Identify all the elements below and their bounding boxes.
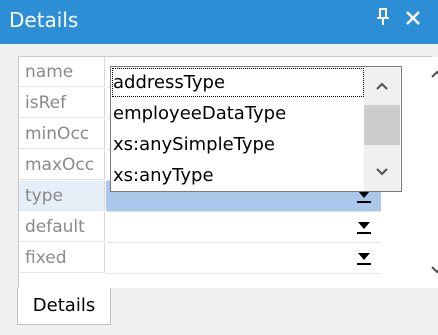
pin-icon[interactable] [372, 8, 394, 32]
type-dropdown-list[interactable]: addressType employeeDataType xs:anySimpl… [110, 66, 402, 192]
dropdown-option[interactable]: xs:anySimpleType [111, 129, 365, 160]
grid-row-fixed[interactable]: fixed [19, 243, 381, 274]
row-value[interactable] [106, 212, 381, 243]
tab-details[interactable]: Details [17, 288, 111, 325]
panel-titlebar[interactable]: Details [0, 0, 438, 44]
scroll-down-icon[interactable] [364, 159, 400, 185]
row-label: maxOcc [19, 150, 105, 180]
row-label: isRef [19, 88, 105, 118]
dropdown-option[interactable]: employeeDataType [111, 98, 365, 129]
tab-strip: Details [0, 288, 438, 335]
dropdown-option[interactable]: addressType [111, 67, 365, 98]
combo-dropdown-button[interactable] [355, 218, 373, 236]
row-value[interactable] [106, 243, 381, 274]
details-panel: Details name isRef minOcc maxOcc type de… [0, 0, 438, 335]
dropdown-scrollbar[interactable] [364, 67, 400, 191]
row-label: fixed [19, 243, 105, 273]
scroll-up-icon[interactable] [424, 61, 438, 87]
scrollbar-thumb[interactable] [364, 105, 400, 145]
scroll-up-icon[interactable] [364, 73, 400, 99]
row-label: type [19, 181, 105, 211]
scroll-down-icon[interactable] [424, 257, 438, 283]
grid-row-default[interactable]: default [19, 212, 381, 243]
row-label: minOcc [19, 119, 105, 149]
panel-title: Details [9, 8, 79, 32]
row-label: default [19, 212, 105, 242]
dropdown-option[interactable]: xs:anyType [111, 160, 365, 191]
row-label: name [19, 57, 105, 87]
close-icon[interactable] [400, 6, 426, 32]
grid-scrollbar[interactable] [424, 57, 438, 289]
combo-dropdown-button[interactable] [355, 249, 373, 267]
